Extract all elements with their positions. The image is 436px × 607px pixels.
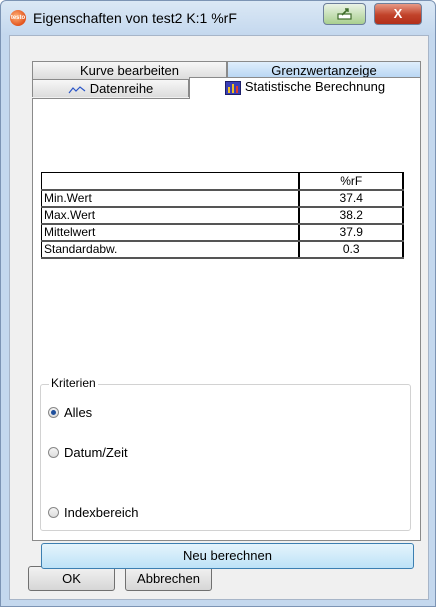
tab-datenreihe[interactable]: Datenreihe (32, 79, 189, 97)
stat-label: Max.Wert (41, 206, 301, 225)
criteria-legend: Kriterien (49, 376, 98, 390)
stat-value: 37.9 (298, 223, 404, 242)
radio-indexbereich[interactable]: Indexbereich (48, 505, 138, 520)
radio-alles[interactable]: Alles (48, 405, 92, 420)
statistics-panel: %rF Min.Wert 37.4 Max.Wert 38.2 Mittelwe… (32, 98, 421, 569)
close-button[interactable]: X (374, 3, 422, 25)
stat-value: 37.4 (298, 189, 404, 208)
table-row: Min.Wert 37.4 (41, 189, 404, 208)
dialog-client-area: Kurve bearbeiten Grenzwertanzeige Datenr… (9, 35, 429, 600)
radio-label: Datum/Zeit (64, 445, 128, 460)
ok-button[interactable]: OK (28, 566, 115, 591)
statistics-icon (224, 80, 241, 95)
close-icon: X (393, 6, 403, 21)
restore-button[interactable] (323, 3, 366, 25)
cancel-button[interactable]: Abbrechen (125, 566, 212, 591)
radio-unselected-icon[interactable] (48, 447, 59, 458)
radio-unselected-icon[interactable] (48, 507, 59, 518)
criteria-groupbox: Kriterien Alles Datum/Zeit Indexbereich (40, 376, 411, 531)
stat-label: Mittelwert (41, 223, 301, 242)
radio-selected-icon[interactable] (48, 407, 59, 418)
restore-icon (337, 8, 352, 20)
tab-label: Statistische Berechnung (244, 79, 386, 94)
unit-header-cell: %rF (298, 172, 404, 191)
recalculate-button[interactable]: Neu berechnen (41, 543, 414, 569)
radio-label: Indexbereich (64, 505, 139, 520)
window-title: Eigenschaften von test2 K:1 %rF (33, 10, 237, 26)
stat-label: Min.Wert (41, 189, 301, 208)
properties-dialog: testo Eigenschaften von test2 K:1 %rF X … (0, 0, 436, 607)
header-label-cell (41, 172, 301, 191)
statistics-table: %rF Min.Wert 37.4 Max.Wert 38.2 Mittelwe… (41, 172, 404, 259)
table-row: Max.Wert 38.2 (41, 206, 404, 225)
stat-value: 0.3 (298, 240, 404, 259)
tab-label: Datenreihe (89, 81, 154, 96)
stat-value: 38.2 (298, 206, 404, 225)
table-row: Standardabw. 0.3 (41, 240, 404, 259)
tab-statistische-berechnung[interactable]: Statistische Berechnung (189, 77, 421, 99)
table-row: Mittelwert 37.9 (41, 223, 404, 242)
table-header-row: %rF (41, 172, 404, 191)
testo-app-icon: testo (10, 10, 26, 26)
tab-label: Kurve bearbeiten (79, 63, 179, 78)
radio-datum-zeit[interactable]: Datum/Zeit (48, 445, 128, 460)
line-chart-icon (68, 85, 86, 93)
tab-label: Grenzwertanzeige (271, 63, 377, 78)
radio-label: Alles (64, 405, 93, 420)
title-bar[interactable]: testo Eigenschaften von test2 K:1 %rF X (1, 1, 435, 35)
stat-label: Standardabw. (41, 240, 301, 259)
